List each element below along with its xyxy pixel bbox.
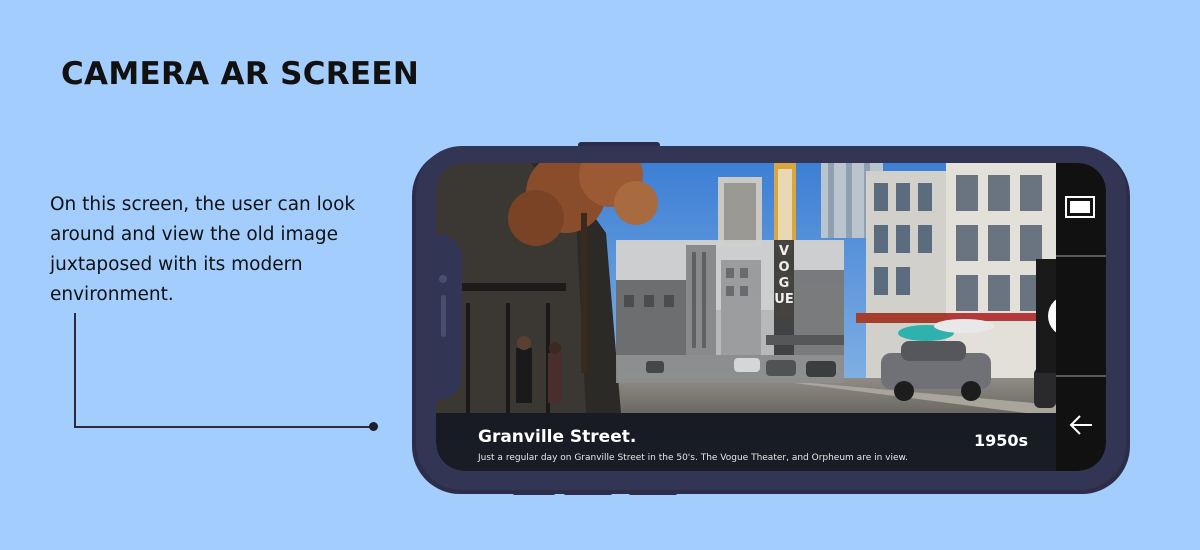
location-caption: Just a regular day on Granville Street i… <box>478 453 908 463</box>
control-column <box>1056 163 1106 471</box>
era-label: 1950s <box>973 431 1028 450</box>
callout-line-vertical <box>74 313 76 427</box>
frame-toggle-icon[interactable] <box>1065 196 1095 218</box>
vogue-sign: VOGUE <box>774 244 794 307</box>
speaker-slot <box>441 295 446 337</box>
control-divider <box>1056 255 1106 257</box>
callout-line-horizontal <box>74 426 374 428</box>
location-title: Granville Street. <box>478 427 637 447</box>
arrow-left-icon[interactable] <box>1067 411 1095 439</box>
page-heading: CAMERA AR SCREEN <box>61 56 420 92</box>
camera-lens-icon <box>439 275 447 283</box>
historic-photo-overlay: VOGUE <box>616 240 844 383</box>
description-text: On this screen, the user can look around… <box>50 194 356 305</box>
callout-dot <box>369 422 378 431</box>
control-divider <box>1056 375 1106 377</box>
caption-bar: Granville Street. Just a regular day on … <box>436 413 1056 471</box>
phone-screen: VOGUE Granville Street. Just a regular d… <box>436 163 1106 471</box>
phone-notch <box>416 234 462 400</box>
